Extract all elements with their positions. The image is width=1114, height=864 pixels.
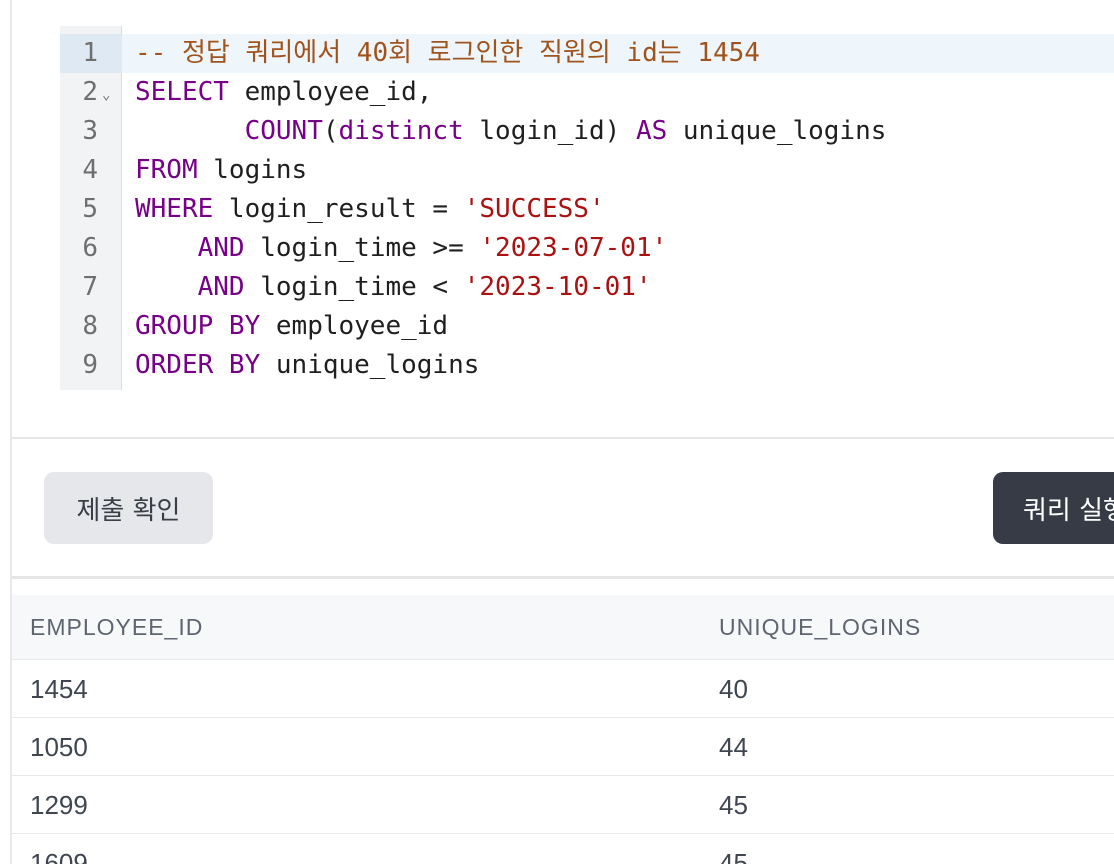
line-number: 9 — [82, 350, 98, 380]
code-line[interactable]: -- 정답 쿼리에서 40회 로그인한 직원의 id는 1454 — [135, 34, 760, 73]
column-header-unique-logins: UNIQUE_LOGINS — [719, 614, 922, 640]
code-line[interactable]: AND login_time < '2023-10-01' — [135, 268, 652, 307]
cell-employee-id: 1299 — [30, 790, 88, 820]
sql-comment: -- 정답 쿼리에서 40회 로그인한 직원의 id는 1454 — [135, 38, 760, 68]
sql-keyword: COUNT — [244, 116, 323, 146]
cell-unique-logins: 45 — [719, 790, 748, 820]
divider — [12, 437, 1114, 439]
line-number: 1 — [82, 38, 98, 68]
line-number: 4 — [82, 155, 98, 185]
line-number: 3 — [82, 116, 98, 146]
cell-employee-id: 1050 — [30, 732, 88, 762]
sql-keyword: AS — [635, 116, 668, 146]
table-row: 1454 40 — [12, 659, 1114, 717]
code-token: unique_logins — [260, 350, 480, 380]
chevron-down-icon[interactable]: ⌄ — [102, 73, 110, 112]
code-token: login_time >= — [244, 233, 480, 263]
code-token: login_result = — [213, 194, 464, 224]
table-row: 1050 44 — [12, 717, 1114, 775]
line-number: 2 — [82, 77, 98, 107]
code-line[interactable]: GROUP BY employee_id — [135, 307, 448, 346]
line-number: 6 — [82, 233, 98, 263]
code-token: login_time < — [244, 272, 464, 302]
sql-keyword: distinct — [338, 116, 464, 146]
table-row: 1609 45 — [12, 833, 1114, 864]
sql-exercise-panel: 1 2 3 4 5 6 7 8 9 ⌄ -- 정답 쿼리에서 40회 로그인한 직원의 id는 1… — [0, 0, 1114, 864]
sql-string: '2023-07-01' — [479, 233, 668, 263]
sql-string: 'SUCCESS' — [463, 194, 605, 224]
code-line[interactable]: SELECT employee_id, — [135, 73, 432, 112]
table-header: EMPLOYEE_ID UNIQUE_LOGINS — [12, 595, 1114, 659]
results-table: EMPLOYEE_ID UNIQUE_LOGINS 1454 40 1050 44 12… — [12, 595, 1114, 864]
sql-keyword: AND — [197, 233, 245, 263]
cell-employee-id: 1609 — [30, 848, 88, 864]
divider — [12, 576, 1114, 579]
cell-unique-logins: 40 — [719, 674, 748, 704]
submit-check-button[interactable]: 제출 확인 — [44, 472, 213, 544]
code-line[interactable]: FROM logins — [135, 151, 307, 190]
sql-keyword: GROUP BY — [135, 311, 261, 341]
code-line[interactable]: WHERE login_result = 'SUCCESS' — [135, 190, 605, 229]
code-token: ( — [322, 116, 339, 146]
code-token: unique_logins — [667, 116, 887, 146]
sql-string: '2023-10-01' — [463, 272, 652, 302]
column-header-employee-id: EMPLOYEE_ID — [30, 614, 204, 640]
sql-keyword: ORDER BY — [135, 350, 261, 380]
cell-unique-logins: 45 — [719, 848, 748, 864]
cell-employee-id: 1454 — [30, 674, 88, 704]
line-number: 5 — [82, 194, 98, 224]
sql-keyword: SELECT — [135, 77, 229, 107]
sql-keyword: AND — [197, 272, 245, 302]
run-query-button[interactable]: 쿼리 실행 — [993, 472, 1114, 544]
line-number: 8 — [82, 311, 98, 341]
line-number: 7 — [82, 272, 98, 302]
line-number-gutter: 1 2 3 4 5 6 7 8 9 ⌄ — [60, 26, 122, 390]
code-token: employee_id, — [228, 77, 433, 107]
code-line[interactable]: COUNT(distinct login_id) AS unique_login… — [135, 112, 887, 151]
code-token: logins — [197, 155, 308, 185]
code-token: login_id) — [463, 116, 636, 146]
code-line[interactable]: ORDER BY unique_logins — [135, 346, 479, 385]
code-line[interactable]: AND login_time >= '2023-07-01' — [135, 229, 668, 268]
table-row: 1299 45 — [12, 775, 1114, 833]
sql-keyword: WHERE — [135, 194, 214, 224]
code-editor[interactable]: 1 2 3 4 5 6 7 8 9 ⌄ -- 정답 쿼리에서 40회 로그인한 직원의 id는 1… — [60, 26, 1114, 390]
sql-keyword: FROM — [135, 155, 198, 185]
cell-unique-logins: 44 — [719, 732, 748, 762]
code-token: employee_id — [260, 311, 449, 341]
